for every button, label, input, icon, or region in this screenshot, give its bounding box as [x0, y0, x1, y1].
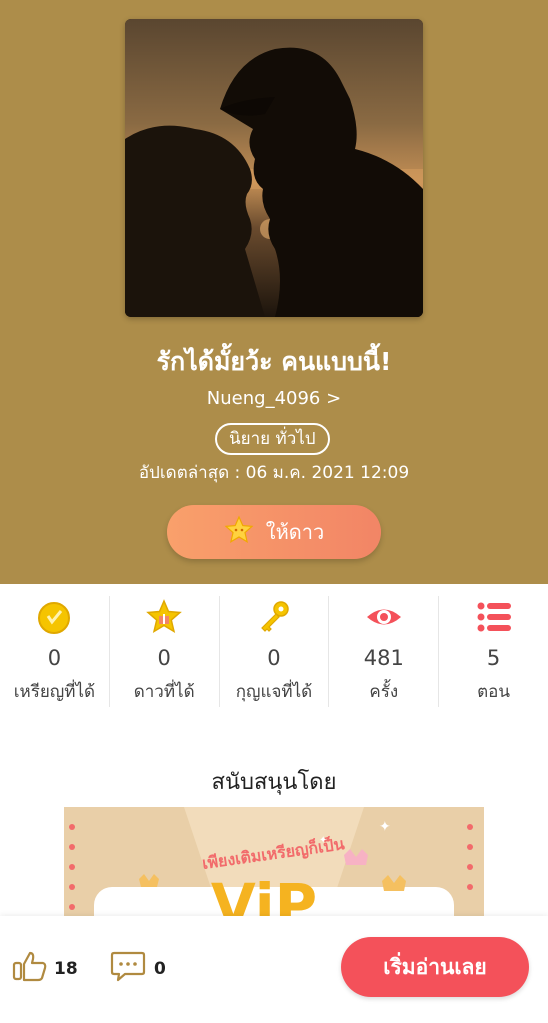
stat-value: 0 [157, 646, 171, 670]
stat-label: เหรียญที่ได้ [13, 682, 96, 702]
stat-keys: 0 กุญแจที่ได้ [220, 596, 330, 707]
comment-count: 0 [154, 958, 166, 979]
stats-bar: 0 เหรียญที่ได้ 0 ดาวที่ได้ 0 กุญแจที่ได้… [0, 584, 548, 719]
author-link[interactable]: Nueng_4096 > [0, 388, 548, 409]
like-button[interactable]: 18 [12, 950, 78, 987]
star-icon [224, 515, 254, 550]
genre-badge[interactable]: นิยาย ทั่วไป [215, 423, 330, 455]
stat-value: 0 [267, 646, 281, 670]
stat-value: 5 [486, 646, 501, 670]
thumbs-up-icon [12, 950, 48, 987]
give-star-label: ให้ดาว [265, 520, 325, 544]
like-count: 18 [54, 958, 78, 979]
eye-icon [365, 598, 403, 636]
give-star-button[interactable]: ให้ดาว [167, 505, 381, 559]
stat-views: 481 ครั้ง [329, 596, 440, 707]
last-updated: อัปเดตล่าสุด : 06 ม.ค. 2021 12:09 [138, 463, 410, 483]
stat-coins: 0 เหรียญที่ได้ [0, 596, 110, 707]
support-heading: สนับสนุนโดย [211, 770, 337, 795]
comment-button[interactable]: 0 [110, 950, 166, 987]
stat-label: กุญแจที่ได้ [235, 682, 313, 702]
svg-text:✦: ✦ [319, 835, 327, 846]
stat-episodes[interactable]: 5 ตอน [439, 596, 548, 707]
start-reading-button[interactable]: เริ่มอ่านเลย [341, 937, 529, 997]
coin-medal-icon [35, 598, 73, 636]
cover-image[interactable] [125, 19, 423, 317]
svg-text:✦: ✦ [379, 819, 391, 835]
vip-banner[interactable]: เพียงเติมเหรียญก็เป็น ViP ✦ ✦ [64, 807, 484, 927]
story-header: รักได้มั้ยว้ะ คนแบบนี้! Nueng_4096 > นิย… [0, 0, 548, 584]
list-icon [475, 598, 513, 636]
story-detail-page: รักได้มั้ยว้ะ คนแบบนี้! Nueng_4096 > นิย… [0, 0, 548, 1023]
stat-label: ดาวที่ได้ [133, 682, 195, 702]
comment-icon [110, 950, 146, 987]
stat-label: ตอน [477, 682, 511, 702]
key-icon [255, 598, 293, 636]
star-gift-icon [145, 598, 183, 636]
stat-label: ครั้ง [369, 682, 399, 702]
stat-stars: 0 ดาวที่ได้ [110, 596, 220, 707]
stat-value: 0 [47, 646, 62, 670]
stat-value: 481 [363, 646, 404, 670]
story-title: รักได้มั้ยว้ะ คนแบบนี้! [156, 347, 392, 376]
